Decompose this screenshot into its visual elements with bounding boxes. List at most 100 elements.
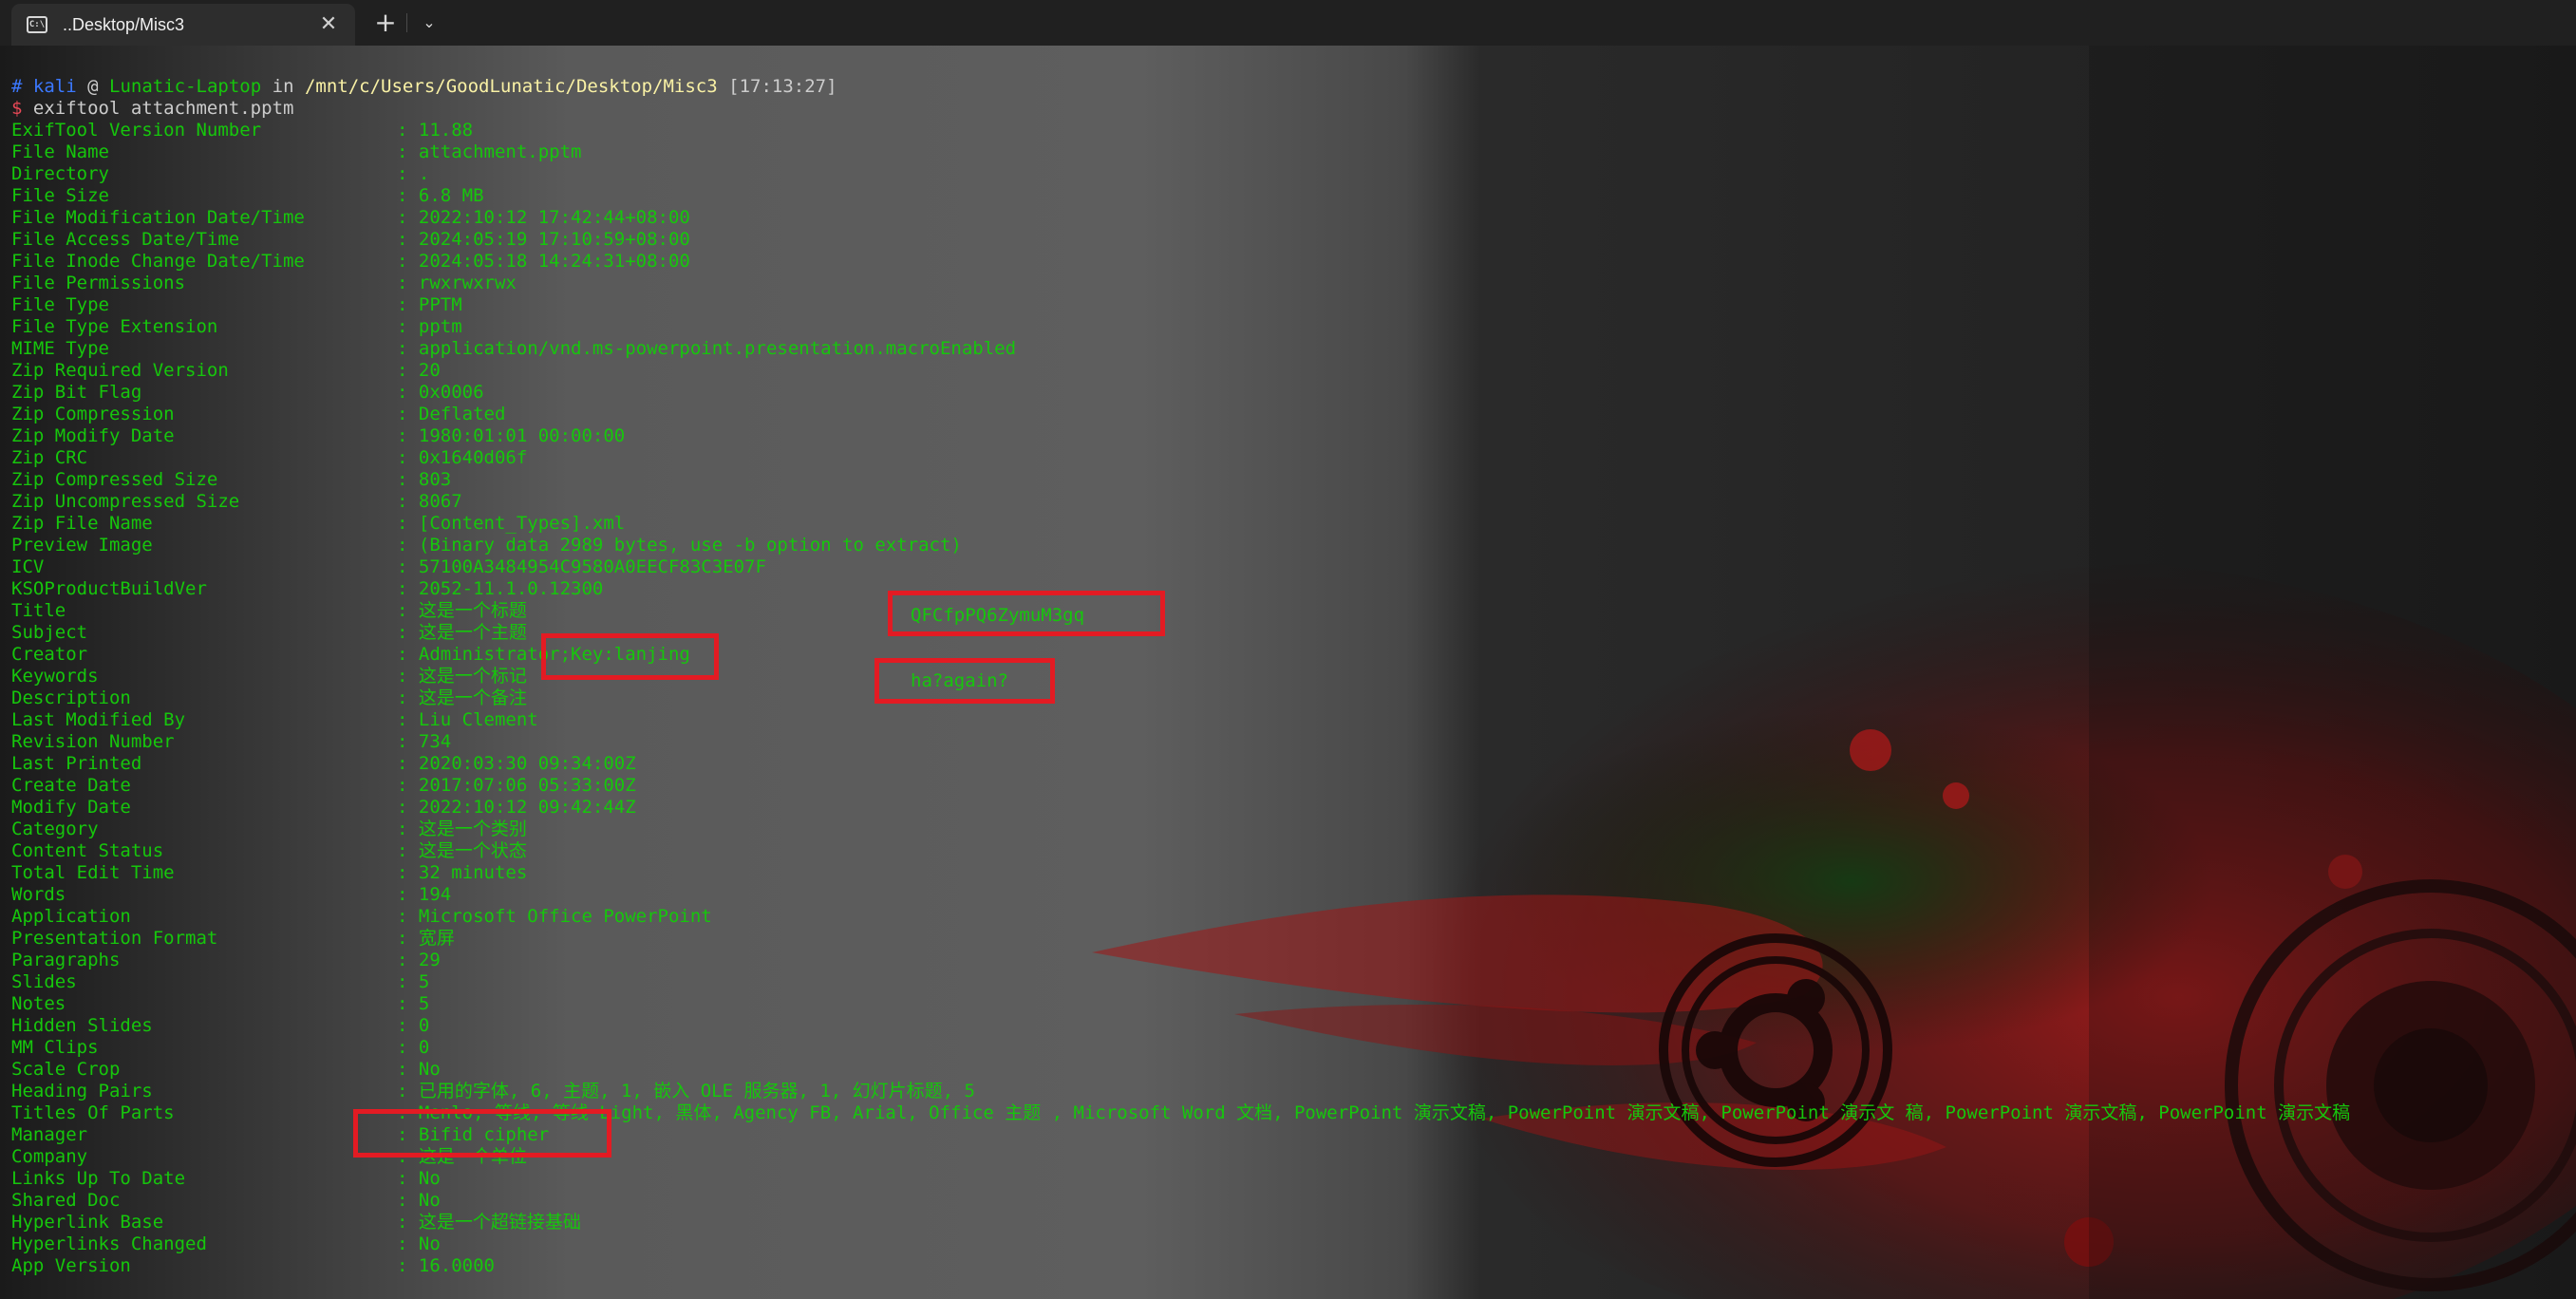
- exif-value: 这是一个超链接基础: [418, 1212, 581, 1233]
- exif-row: Shared Doc: No: [11, 1190, 441, 1212]
- exif-key: File Size: [11, 185, 109, 206]
- exif-key: Heading Pairs: [11, 1081, 153, 1101]
- exif-key: File Inode Change Date/Time: [11, 251, 305, 272]
- exif-key: App Version: [11, 1255, 131, 1276]
- exif-key: Last Printed: [11, 753, 142, 774]
- exif-separator: :: [397, 666, 419, 687]
- exif-value: pptm: [418, 316, 462, 337]
- highlight-box-title-note: [888, 591, 1165, 636]
- exif-value: 16.0000: [418, 1255, 495, 1276]
- exif-row: File Inode Change Date/Time: 2024:05:18 …: [11, 251, 690, 273]
- exif-row: ExifTool Version Number: 11.88: [11, 120, 473, 141]
- highlight-box-creator-key: [541, 633, 719, 680]
- exif-row: Zip File Name: [Content_Types].xml: [11, 513, 625, 535]
- exif-row: Zip CRC: 0x1640d06f: [11, 447, 527, 469]
- highlight-box-keywords-note: [874, 658, 1055, 704]
- exif-separator: :: [397, 404, 419, 424]
- exif-value: Microsoft Office PowerPoint: [418, 906, 712, 927]
- new-tab-button[interactable]: +: [368, 8, 403, 38]
- tab-bar: C:\ ..Desktop/Misc3 ✕ + ⌄: [0, 0, 2576, 46]
- close-icon[interactable]: ✕: [313, 9, 344, 40]
- command-text: exiftool attachment.pptm: [32, 98, 294, 119]
- exif-value: 这是一个状态: [418, 840, 527, 861]
- exif-key: Slides: [11, 971, 77, 992]
- exif-row: Description: 这是一个备注: [11, 687, 527, 709]
- exif-row: Scale Crop: No: [11, 1059, 441, 1081]
- exif-value: 0: [418, 1037, 430, 1058]
- exif-value: 这是一个主题: [418, 622, 527, 643]
- terminal-pane[interactable]: # kali @ Lunatic-Laptop in /mnt/c/Users/…: [0, 46, 2576, 1299]
- exif-value: [Content_Types].xml: [418, 513, 626, 534]
- exif-value: 2024:05:18 14:24:31+08:00: [418, 251, 690, 272]
- exif-separator: :: [397, 273, 419, 293]
- exif-value: 6.8 MB: [418, 185, 484, 206]
- exif-value: PPTM: [418, 294, 462, 315]
- exif-row: File Type: PPTM: [11, 294, 462, 316]
- prompt-line: # kali @ Lunatic-Laptop in /mnt/c/Users/…: [11, 76, 837, 98]
- exif-value: 宽屏: [418, 928, 455, 949]
- exif-separator: :: [397, 578, 419, 599]
- exif-separator: :: [397, 1190, 419, 1211]
- exif-row: Modify Date: 2022:10:12 09:42:44Z: [11, 797, 636, 819]
- exif-key: File Type Extension: [11, 316, 218, 337]
- exif-separator: :: [397, 229, 419, 250]
- exif-key: File Access Date/Time: [11, 229, 240, 250]
- exif-value: 0: [418, 1015, 430, 1036]
- tab-misc3[interactable]: C:\ ..Desktop/Misc3 ✕: [11, 4, 355, 46]
- exif-key: KSOProductBuildVer: [11, 578, 207, 599]
- exif-row: Slides: 5: [11, 971, 429, 993]
- exif-row: File Modification Date/Time: 2022:10:12 …: [11, 207, 690, 229]
- exif-separator: :: [397, 819, 419, 839]
- exif-row: Zip Required Version: 20: [11, 360, 441, 382]
- exif-value: 2022:10:12 17:42:44+08:00: [418, 207, 690, 228]
- prompt-dollar: $: [11, 98, 23, 119]
- exif-separator: :: [397, 862, 419, 883]
- exif-separator: :: [397, 207, 419, 228]
- exif-row: KSOProductBuildVer: 2052-11.1.0.12300: [11, 578, 603, 600]
- exif-key: Words: [11, 884, 66, 905]
- exif-row: File Size: 6.8 MB: [11, 185, 484, 207]
- exif-key: Paragraphs: [11, 950, 121, 970]
- exif-value: 2024:05:19 17:10:59+08:00: [418, 229, 690, 250]
- exif-separator: :: [397, 491, 419, 512]
- exif-value: 734: [418, 731, 452, 752]
- prompt-path: /mnt/c/Users/GoodLunatic/Desktop/Misc3: [304, 76, 718, 97]
- exif-separator: :: [397, 469, 419, 490]
- exif-value: 57100A3484954C9580A0EECF83C3E07F: [418, 556, 766, 577]
- exif-row: Zip Uncompressed Size: 8067: [11, 491, 462, 513]
- exif-value: 0x0006: [418, 382, 484, 403]
- prompt-time: [17:13:27]: [728, 76, 837, 97]
- exif-row: Notes: 5: [11, 993, 429, 1015]
- exif-separator: :: [397, 797, 419, 818]
- exif-value: 2017:07:06 05:33:00Z: [418, 775, 636, 796]
- exif-row: File Type Extension: pptm: [11, 316, 462, 338]
- exif-value: 2022:10:12 09:42:44Z: [418, 797, 636, 818]
- exif-value: 这是一个标题: [418, 600, 527, 621]
- exif-row: Total Edit Time: 32 minutes: [11, 862, 527, 884]
- exif-value: 1980:01:01 00:00:00: [418, 425, 626, 446]
- exif-row: Hidden Slides: 0: [11, 1015, 429, 1037]
- exif-separator: :: [397, 906, 419, 927]
- exif-row: File Access Date/Time: 2024:05:19 17:10:…: [11, 229, 690, 251]
- exif-row: ICV: 57100A3484954C9580A0EECF83C3E07F: [11, 556, 766, 578]
- exif-row: Presentation Format: 宽屏: [11, 928, 455, 950]
- command-line[interactable]: $ exiftool attachment.pptm: [11, 98, 293, 120]
- exif-key: File Type: [11, 294, 109, 315]
- exif-key: Shared Doc: [11, 1190, 121, 1211]
- exif-row: Links Up To Date: No: [11, 1168, 441, 1190]
- exif-key: Company: [11, 1146, 88, 1167]
- exif-row: Create Date: 2017:07:06 05:33:00Z: [11, 775, 636, 797]
- exif-key: Title: [11, 600, 66, 621]
- terminal-icon: C:\: [27, 16, 47, 33]
- exif-value: 32 minutes: [418, 862, 528, 883]
- exif-key: File Permissions: [11, 273, 186, 293]
- exif-separator: :: [397, 382, 419, 403]
- exif-key: Modify Date: [11, 797, 131, 818]
- exif-separator: :: [397, 513, 419, 534]
- exif-key: Manager: [11, 1124, 88, 1145]
- exif-row: File Permissions: rwxrwxrwx: [11, 273, 517, 294]
- exif-separator: :: [397, 1037, 419, 1058]
- chevron-down-icon[interactable]: ⌄: [412, 8, 446, 38]
- exif-key: Notes: [11, 993, 66, 1014]
- exif-key: Zip Compression: [11, 404, 175, 424]
